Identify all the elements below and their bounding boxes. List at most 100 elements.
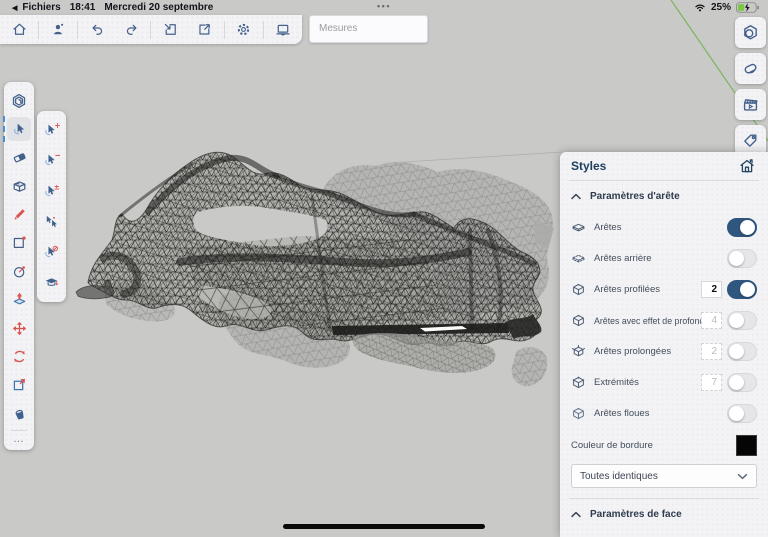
toggle-prolongees[interactable]	[727, 342, 757, 361]
toolbar-divider	[11, 430, 27, 431]
value-profilees[interactable]: 2	[701, 281, 722, 298]
rotate-tool-button[interactable]	[7, 344, 31, 368]
select-invert-button[interactable]: ±	[40, 179, 64, 203]
trained-select-icon	[43, 274, 60, 291]
cube-extended-icon	[571, 344, 586, 359]
left-toolbar: …	[4, 82, 34, 450]
box-tool-button[interactable]	[7, 174, 31, 198]
svg-text:+: +	[54, 122, 60, 130]
select-subtract-icon: −	[43, 152, 60, 169]
flat-edges-icon	[571, 220, 586, 235]
settings-gear-icon	[235, 21, 252, 38]
top-toolbar	[0, 15, 302, 44]
styles-panel-title: Styles	[571, 159, 606, 173]
select-tool-button[interactable]	[7, 117, 31, 141]
home-button[interactable]	[4, 17, 34, 42]
border-color-swatch[interactable]	[736, 435, 757, 456]
edge-row-floues: Arêtes floues	[571, 398, 757, 429]
multitask-dots-icon[interactable]: •••	[377, 1, 391, 11]
eraser-tool-button[interactable]	[7, 146, 31, 170]
scale-tool-button[interactable]	[7, 373, 31, 397]
value-prolongees[interactable]: 2	[701, 343, 722, 360]
select-none-icon	[43, 244, 60, 261]
soften-edges-button[interactable]	[735, 53, 766, 84]
back-to-app-icon[interactable]: ◀	[12, 4, 17, 12]
arc-tool-icon	[11, 263, 28, 280]
undo-icon	[89, 21, 106, 38]
scale-tool-icon	[11, 376, 28, 393]
import-button[interactable]	[156, 17, 186, 42]
measurements-box[interactable]: Mesures	[309, 15, 428, 43]
trained-select-button[interactable]	[40, 271, 64, 295]
select-none-button[interactable]	[40, 240, 64, 264]
undo-button[interactable]	[82, 17, 112, 42]
import-icon	[162, 21, 179, 38]
move-tool-button[interactable]	[7, 316, 31, 340]
back-to-app-label[interactable]: Fichiers	[22, 2, 60, 13]
status-bar: ◀ Fichiers 18:41 Mercredi 20 septembre •…	[0, 0, 768, 15]
device-button[interactable]	[268, 17, 298, 42]
scenes-button[interactable]	[735, 89, 766, 120]
home-icon	[11, 21, 28, 38]
cube-jitter-icon	[571, 406, 586, 421]
cube-endpoints-icon	[571, 375, 586, 390]
edge-settings-section-header[interactable]: Paramètres d'arête	[571, 181, 757, 212]
cube-icon	[571, 313, 586, 328]
edge-row-arriere: Arêtes arrière	[571, 243, 757, 274]
styles-panel-button[interactable]	[735, 17, 766, 48]
toggle-aretes[interactable]	[727, 218, 757, 237]
styles-cube-icon	[741, 23, 760, 42]
right-toolbar	[735, 17, 766, 156]
export-button[interactable]	[190, 17, 220, 42]
redo-button[interactable]	[116, 17, 146, 42]
sketchup-logo-icon	[10, 92, 28, 110]
edge-row-prolongees: Arêtes prolongées 2	[571, 336, 757, 367]
face-settings-section-header[interactable]: Paramètres de face	[571, 499, 757, 530]
select-subtract-button[interactable]: −	[40, 149, 64, 173]
pushpull-tool-button[interactable]	[7, 288, 31, 312]
move-tool-icon	[11, 320, 28, 337]
rotate-tool-icon	[11, 348, 28, 365]
scenes-clapperboard-icon	[741, 95, 760, 114]
clock: 18:41	[70, 2, 96, 13]
svg-text:±: ±	[54, 183, 60, 192]
cube-icon	[571, 282, 586, 297]
chevron-up-icon	[571, 511, 581, 518]
eraser-tool-icon	[11, 149, 28, 166]
faint-edge-line	[388, 152, 562, 163]
paint-bucket-button[interactable]	[7, 401, 31, 425]
shapes-tool-icon	[11, 234, 28, 251]
more-tools-button[interactable]: …	[13, 435, 25, 443]
chevron-down-icon	[737, 473, 748, 480]
select-add-button[interactable]: +	[40, 118, 64, 142]
settings-button[interactable]	[229, 17, 259, 42]
toggle-extremites[interactable]	[727, 373, 757, 392]
toggle-arriere[interactable]	[727, 249, 757, 268]
house-style-icon[interactable]	[737, 156, 757, 176]
home-indicator[interactable]	[283, 524, 485, 529]
styles-panel: Styles Paramètres d'arête Arêtes Arêtes …	[560, 152, 768, 537]
value-extremites[interactable]: 7	[701, 374, 722, 391]
svg-text:−: −	[54, 152, 60, 161]
value-profondeur[interactable]: 4	[701, 312, 722, 329]
sketchup-logo-button[interactable]	[7, 89, 31, 113]
shapes-tool-button[interactable]	[7, 231, 31, 255]
select-multiple-button[interactable]	[40, 210, 64, 234]
battery-percent: 25%	[711, 2, 731, 13]
edge-color-dropdown[interactable]: Toutes identiques	[571, 464, 757, 488]
arc-tool-button[interactable]	[7, 259, 31, 283]
pencil-tool-icon	[11, 206, 28, 223]
select-multiple-icon	[43, 213, 60, 230]
toggle-profondeur[interactable]	[727, 311, 757, 330]
pencil-tool-button[interactable]	[7, 203, 31, 227]
toggle-profilees[interactable]	[727, 280, 757, 299]
select-invert-icon: ±	[43, 183, 60, 200]
account-button[interactable]	[43, 17, 73, 42]
device-icon	[274, 21, 292, 38]
soften-edges-icon	[741, 59, 760, 78]
toggle-floues[interactable]	[727, 404, 757, 423]
export-icon	[196, 21, 213, 38]
user-icon	[50, 21, 67, 38]
redo-icon	[123, 21, 140, 38]
back-edges-icon	[571, 251, 586, 266]
